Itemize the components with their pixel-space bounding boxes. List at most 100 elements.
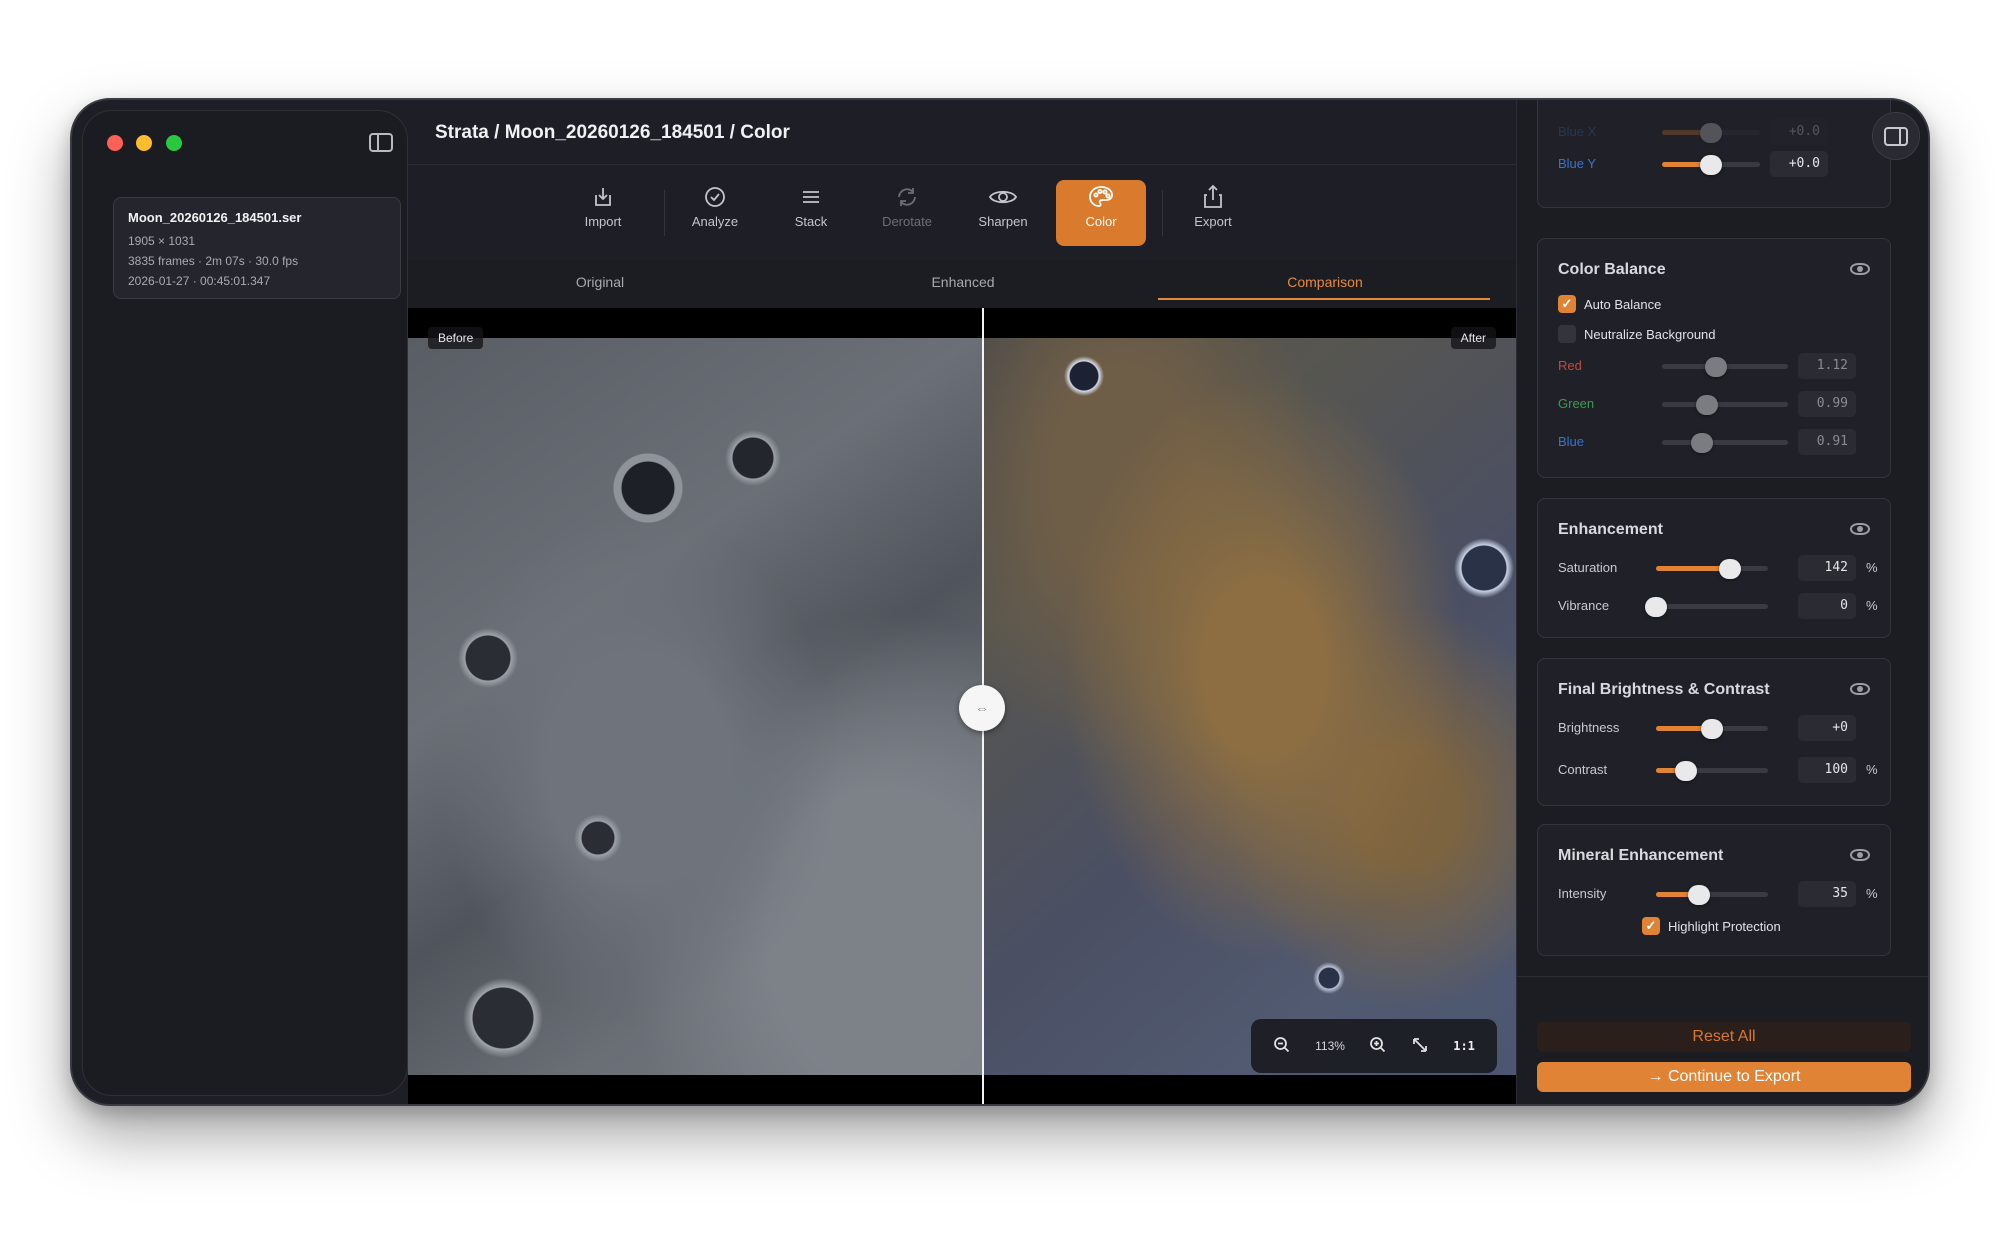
derotate-button[interactable]: Derotate — [862, 180, 952, 246]
slider-row-vibrance: Vibrance 0 % — [1558, 593, 1878, 619]
green-label: Green — [1558, 396, 1595, 411]
brightness-value[interactable]: +0 — [1798, 715, 1856, 741]
close-window-button[interactable] — [107, 135, 123, 151]
contrast-unit: % — [1866, 762, 1878, 777]
checkmark-circle-icon — [670, 180, 760, 214]
file-card[interactable]: Moon_20260126_184501.ser 1905 × 1031 383… — [113, 197, 401, 299]
import-button[interactable]: Import — [558, 180, 648, 246]
analyze-label: Analyze — [691, 214, 739, 229]
toolbar-separator — [664, 190, 665, 236]
share-icon — [1168, 180, 1258, 214]
split-handle[interactable]: ⇔ — [959, 685, 1005, 731]
zoom-in-button[interactable] — [1369, 1036, 1387, 1057]
green-thumb[interactable] — [1696, 395, 1719, 415]
zoom-window-button[interactable] — [166, 135, 182, 151]
comparison-viewer[interactable]: Before After ⇔ 113% 1:1 — [408, 308, 1516, 1104]
tab-original[interactable]: Original — [435, 260, 765, 308]
blue-x-thumb[interactable] — [1700, 123, 1722, 143]
fit-to-screen-button[interactable] — [1411, 1036, 1429, 1057]
saturation-value[interactable]: 142 — [1798, 555, 1856, 581]
inspector-panel: Blue X +0.0 Blue Y +0.0 Color Balance ✓ … — [1516, 100, 1928, 1104]
import-label: Import — [584, 214, 622, 229]
arrow-right-icon: → — [1647, 1068, 1668, 1085]
analyze-button[interactable]: Analyze — [670, 180, 760, 246]
green-value[interactable]: 0.99 — [1798, 391, 1856, 417]
contrast-slider[interactable] — [1656, 761, 1768, 781]
red-thumb[interactable] — [1705, 357, 1728, 377]
stack-lines-icon — [766, 180, 856, 214]
zoom-out-button[interactable] — [1273, 1036, 1291, 1057]
green-slider[interactable] — [1662, 395, 1788, 415]
palette-icon — [1056, 180, 1146, 214]
saturation-slider[interactable] — [1656, 559, 1768, 579]
slider-row-saturation: Saturation 142 % — [1558, 555, 1878, 581]
inspector-toggle-button[interactable] — [1872, 112, 1920, 160]
sidebar-toggle-icon[interactable] — [369, 133, 393, 152]
file-timestamp: 2026-01-27 · 00:45:01.347 — [128, 274, 271, 288]
file-frames: 3835 frames · 2m 07s · 30.0 fps — [128, 254, 299, 268]
zoom-in-icon — [1370, 1036, 1386, 1052]
blue-y-thumb[interactable] — [1700, 155, 1722, 175]
highlight-protection-label: Highlight Protection — [1668, 919, 1781, 934]
highlight-protection-checkbox[interactable]: ✓ — [1642, 917, 1660, 935]
neutralize-background-checkbox[interactable] — [1558, 325, 1576, 343]
vibrance-slider[interactable] — [1645, 597, 1768, 617]
reset-all-button[interactable]: Reset All — [1537, 1022, 1911, 1052]
intensity-value[interactable]: 35 — [1798, 881, 1856, 907]
mineral-enhancement-card: Mineral Enhancement Intensity 35 % ✓ Hig… — [1537, 824, 1891, 956]
neutralize-background-label: Neutralize Background — [1584, 327, 1716, 342]
eye-icon[interactable] — [1850, 523, 1870, 535]
intensity-slider[interactable] — [1656, 885, 1768, 905]
saturation-unit: % — [1866, 560, 1878, 575]
stack-button[interactable]: Stack — [766, 180, 856, 246]
blue-thumb[interactable] — [1691, 433, 1714, 453]
blue-label: Blue — [1558, 434, 1585, 449]
color-button[interactable]: Color — [1056, 180, 1146, 246]
color-balance-title: Color Balance — [1558, 261, 1666, 278]
red-value[interactable]: 1.12 — [1798, 353, 1856, 379]
eye-icon[interactable] — [1850, 683, 1870, 695]
drag-arrows-icon: ⇔ — [975, 700, 989, 716]
saturation-thumb[interactable] — [1718, 559, 1741, 579]
tab-enhanced[interactable]: Enhanced — [798, 260, 1128, 308]
slider-row-blue: Blue 0.91 — [1558, 429, 1878, 455]
slider-row-red: Red 1.12 — [1558, 353, 1878, 379]
actual-size-button[interactable]: 1:1 — [1453, 1039, 1475, 1053]
blue-y-label: Blue Y — [1558, 156, 1597, 171]
eye-icon[interactable] — [1850, 849, 1870, 861]
auto-balance-checkbox[interactable]: ✓ — [1558, 295, 1576, 313]
brightness-thumb[interactable] — [1701, 719, 1723, 739]
stack-label: Stack — [794, 214, 828, 229]
brightness-label: Brightness — [1558, 720, 1620, 735]
vibrance-thumb[interactable] — [1645, 597, 1667, 617]
app-window: Moon_20260126_184501.ser 1905 × 1031 383… — [70, 98, 1930, 1106]
blue-y-value[interactable]: +0.0 — [1770, 151, 1828, 177]
export-button[interactable]: Export — [1168, 180, 1258, 246]
continue-to-export-button[interactable]: → Continue to Export — [1537, 1062, 1911, 1092]
enhancement-title: Enhancement — [1558, 521, 1663, 538]
contrast-thumb[interactable] — [1675, 761, 1698, 781]
blue-slider[interactable] — [1662, 433, 1788, 453]
brightness-slider[interactable] — [1656, 719, 1768, 739]
minimize-window-button[interactable] — [136, 135, 152, 151]
blue-y-slider[interactable] — [1662, 155, 1760, 175]
tab-comparison[interactable]: Comparison — [1160, 260, 1490, 308]
final-brightness-contrast-title: Final Brightness & Contrast — [1558, 681, 1770, 698]
eye-icon — [958, 180, 1048, 214]
slider-row-contrast: Contrast 100 % — [1558, 757, 1878, 783]
continue-label: Continue to Export — [1667, 1068, 1801, 1085]
enhancement-card: Enhancement Saturation 142 % Vibrance 0 … — [1537, 498, 1891, 638]
zoom-controls: 113% 1:1 — [1251, 1019, 1497, 1073]
color-balance-card: Color Balance ✓ Auto Balance Neutralize … — [1537, 238, 1891, 478]
slider-row-intensity: Intensity 35 % — [1558, 881, 1878, 907]
before-badge: Before — [428, 327, 484, 349]
blue-x-slider[interactable] — [1662, 123, 1760, 143]
vibrance-value[interactable]: 0 — [1798, 593, 1856, 619]
blue-value[interactable]: 0.91 — [1798, 429, 1856, 455]
sharpen-button[interactable]: Sharpen — [958, 180, 1048, 246]
red-slider[interactable] — [1662, 357, 1788, 377]
eye-icon[interactable] — [1850, 263, 1870, 275]
blue-x-value[interactable]: +0.0 — [1770, 119, 1828, 145]
contrast-value[interactable]: 100 — [1798, 757, 1856, 783]
intensity-thumb[interactable] — [1687, 885, 1710, 905]
